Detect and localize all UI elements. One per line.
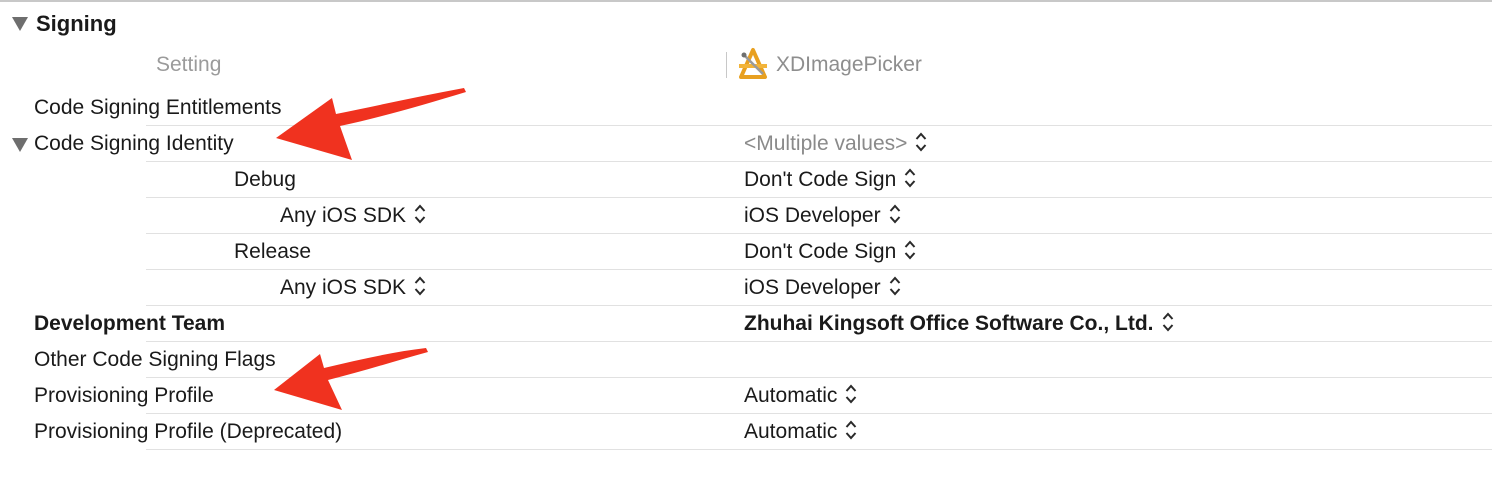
row-code-signing-entitlements[interactable]: Code Signing Entitlements	[0, 90, 1492, 126]
value-text: iOS Developer	[744, 276, 881, 299]
stepper-icon[interactable]	[889, 203, 901, 225]
setting-label: Any iOS SDK	[280, 276, 407, 299]
value-text: Zhuhai Kingsoft Office Software Co., Ltd…	[744, 312, 1154, 335]
top-divider	[0, 0, 1492, 2]
stepper-icon[interactable]	[845, 383, 857, 405]
setting-label: Release	[234, 240, 312, 263]
stepper-icon[interactable]	[904, 239, 916, 261]
setting-label: Code Signing Identity	[34, 132, 234, 155]
setting-label: Any iOS SDK	[280, 204, 407, 227]
value-text: Automatic	[744, 384, 838, 407]
setting-label: Debug	[234, 168, 296, 191]
setting-value-popup[interactable]: Automatic	[744, 378, 857, 414]
disclosure-triangle-icon[interactable]	[12, 17, 28, 31]
stepper-icon[interactable]	[1162, 311, 1174, 333]
stepper-icon[interactable]	[915, 131, 927, 153]
row-debug[interactable]: Debug Don't Code Sign	[0, 162, 1492, 198]
setting-label: Provisioning Profile (Deprecated)	[34, 420, 343, 443]
row-code-signing-identity[interactable]: Code Signing Identity <Multiple values>	[0, 126, 1492, 162]
value-text: Don't Code Sign	[744, 240, 897, 263]
row-other-code-signing-flags[interactable]: Other Code Signing Flags	[0, 342, 1492, 378]
row-separator	[146, 449, 1492, 450]
setting-value-popup[interactable]: Don't Code Sign	[744, 162, 916, 198]
setting-label: Development Team	[34, 312, 225, 335]
setting-label: Other Code Signing Flags	[34, 348, 276, 371]
sdk-condition-popup[interactable]: Any iOS SDK	[280, 270, 426, 306]
row-release-any-ios-sdk[interactable]: Any iOS SDK iOS Developer	[0, 270, 1492, 306]
setting-value-popup[interactable]: Automatic	[744, 414, 857, 450]
setting-column-header[interactable]: Setting	[156, 52, 221, 78]
stepper-icon[interactable]	[845, 419, 857, 441]
setting-label: Code Signing Entitlements	[34, 96, 282, 119]
target-column-header[interactable]: XDImagePicker	[776, 52, 922, 78]
disclosure-triangle-icon[interactable]	[12, 138, 28, 152]
stepper-icon[interactable]	[904, 167, 916, 189]
setting-value-popup[interactable]: Zhuhai Kingsoft Office Software Co., Ltd…	[744, 306, 1174, 342]
column-divider[interactable]	[726, 52, 727, 78]
setting-label: Provisioning Profile	[34, 384, 214, 407]
stepper-icon[interactable]	[889, 275, 901, 297]
row-development-team[interactable]: Development Team Zhuhai Kingsoft Office …	[0, 306, 1492, 342]
setting-value-popup[interactable]: Don't Code Sign	[744, 234, 916, 270]
row-provisioning-profile-deprecated[interactable]: Provisioning Profile (Deprecated) Automa…	[0, 414, 1492, 450]
setting-value-popup[interactable]: <Multiple values>	[744, 126, 927, 162]
xcode-app-icon	[739, 48, 767, 79]
signing-section-header[interactable]: Signing	[0, 8, 600, 42]
setting-value-popup[interactable]: iOS Developer	[744, 198, 901, 234]
stepper-icon[interactable]	[414, 275, 426, 297]
row-release[interactable]: Release Don't Code Sign	[0, 234, 1492, 270]
sdk-condition-popup[interactable]: Any iOS SDK	[280, 198, 426, 234]
value-text: Automatic	[744, 420, 838, 443]
setting-value-popup[interactable]: iOS Developer	[744, 270, 901, 306]
value-text: Don't Code Sign	[744, 168, 897, 191]
annotation-arrow-icon	[276, 88, 466, 160]
row-provisioning-profile[interactable]: Provisioning Profile Automatic	[0, 378, 1492, 414]
row-debug-any-ios-sdk[interactable]: Any iOS SDK iOS Developer	[0, 198, 1492, 234]
value-text: <Multiple values>	[744, 132, 908, 155]
annotation-arrow-icon	[274, 348, 428, 410]
section-title: Signing	[36, 11, 117, 36]
value-text: iOS Developer	[744, 204, 881, 227]
stepper-icon[interactable]	[414, 203, 426, 225]
